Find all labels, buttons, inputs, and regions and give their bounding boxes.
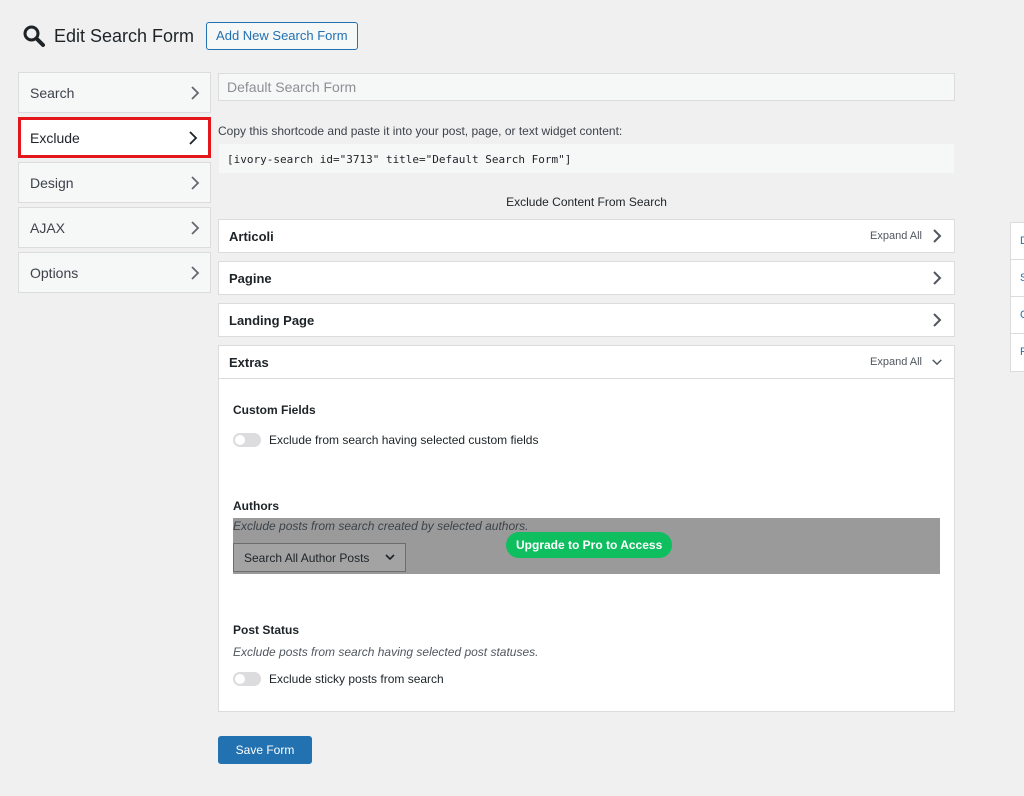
shortcode-box[interactable]: [ivory-search id="3713" title="Default S… (218, 143, 955, 174)
custom-fields-toggle[interactable] (233, 433, 261, 447)
authors-title: Authors (233, 499, 279, 513)
select-value: Search All Author Posts (244, 550, 370, 565)
accordion-landing-page[interactable]: Landing Page (218, 303, 955, 337)
chevron-right-icon (189, 130, 198, 145)
tab-label: AJAX (30, 219, 66, 236)
sticky-posts-toggle[interactable] (233, 672, 261, 686)
tab-label: Design (30, 174, 74, 191)
authors-description: Exclude posts from search created by sel… (233, 519, 529, 533)
expand-all-link[interactable]: Expand All (870, 230, 922, 242)
tab-label: Search (30, 84, 75, 101)
custom-fields-section: Custom Fields Exclude from search having… (233, 403, 940, 447)
toggle-label: Exclude from search having selected cust… (269, 433, 539, 447)
accordion-header[interactable]: Extras Expand All (219, 346, 954, 378)
accordion-pagine[interactable]: Pagine (218, 261, 955, 295)
pro-locked-overlay: Exclude posts from search created by sel… (233, 518, 940, 574)
custom-fields-title: Custom Fields (233, 403, 316, 417)
accordion-extras[interactable]: Extras Expand All Custom Fields Exclude … (218, 345, 955, 712)
side-panel: D S C F (1010, 222, 1024, 372)
upgrade-to-pro-button[interactable]: Upgrade to Pro to Access (506, 532, 673, 558)
page-title: Edit Search Form (54, 25, 195, 46)
chevron-right-icon[interactable] (932, 229, 942, 243)
chevron-right-icon[interactable] (932, 313, 942, 327)
tab-ajax[interactable]: AJAX (18, 207, 211, 248)
accordion-header[interactable]: Articoli Expand All (219, 220, 954, 252)
chevron-right-icon (191, 175, 200, 190)
section-heading: Exclude Content From Search (506, 195, 667, 209)
authors-section: Authors Exclude posts from search create… (233, 499, 940, 574)
tab-label: Options (30, 264, 79, 281)
post-status-title: Post Status (233, 623, 300, 637)
page-header: Edit Search Form Add New Search Form (22, 22, 358, 50)
side-panel-item[interactable]: F (1011, 334, 1024, 371)
add-new-search-form-button[interactable]: Add New Search Form (206, 22, 358, 50)
side-panel-item[interactable]: C (1011, 297, 1024, 334)
tab-exclude[interactable]: Exclude (18, 117, 211, 158)
toggle-label: Exclude sticky posts from search (269, 672, 444, 686)
accordion-articoli[interactable]: Articoli Expand All (218, 219, 955, 253)
chevron-right-icon (191, 85, 200, 100)
expand-all-link[interactable]: Expand All (870, 356, 922, 368)
post-status-section: Post Status Exclude posts from search ha… (233, 623, 940, 686)
form-title-input[interactable]: Default Search Form (218, 73, 955, 101)
side-panel-item[interactable]: S (1011, 260, 1024, 297)
chevron-right-icon (191, 220, 200, 235)
sticky-posts-toggle-row[interactable]: Exclude sticky posts from search (233, 672, 940, 686)
accordion-header[interactable]: Pagine (219, 262, 954, 294)
chevron-down-icon (385, 554, 395, 561)
save-form-button[interactable]: Save Form (218, 736, 312, 764)
accordion-title: Landing Page (229, 312, 315, 328)
tab-search[interactable]: Search (18, 72, 211, 113)
accordion-title: Extras (229, 354, 269, 370)
custom-fields-toggle-row[interactable]: Exclude from search having selected cust… (233, 433, 940, 447)
shortcode-label: Copy this shortcode and paste it into yo… (218, 124, 623, 138)
search-icon (23, 25, 45, 47)
accordion-title: Pagine (229, 270, 272, 286)
accordion-header[interactable]: Landing Page (219, 304, 954, 336)
tab-design[interactable]: Design (18, 162, 211, 203)
post-status-description: Exclude posts from search having selecte… (233, 645, 539, 659)
chevron-right-icon (191, 265, 200, 280)
chevron-down-icon[interactable] (932, 355, 942, 369)
accordion-title: Articoli (229, 228, 274, 244)
side-panel-item[interactable]: D (1011, 223, 1024, 260)
main-panel: Default Search Form Copy this shortcode … (218, 73, 955, 712)
settings-tabs: Search Exclude Design AJAX Options (18, 72, 211, 297)
tab-label: Exclude (30, 129, 80, 146)
extras-body: Custom Fields Exclude from search having… (219, 378, 954, 711)
chevron-right-icon[interactable] (932, 271, 942, 285)
author-select[interactable]: Search All Author Posts (233, 543, 406, 572)
tab-options[interactable]: Options (18, 252, 211, 293)
